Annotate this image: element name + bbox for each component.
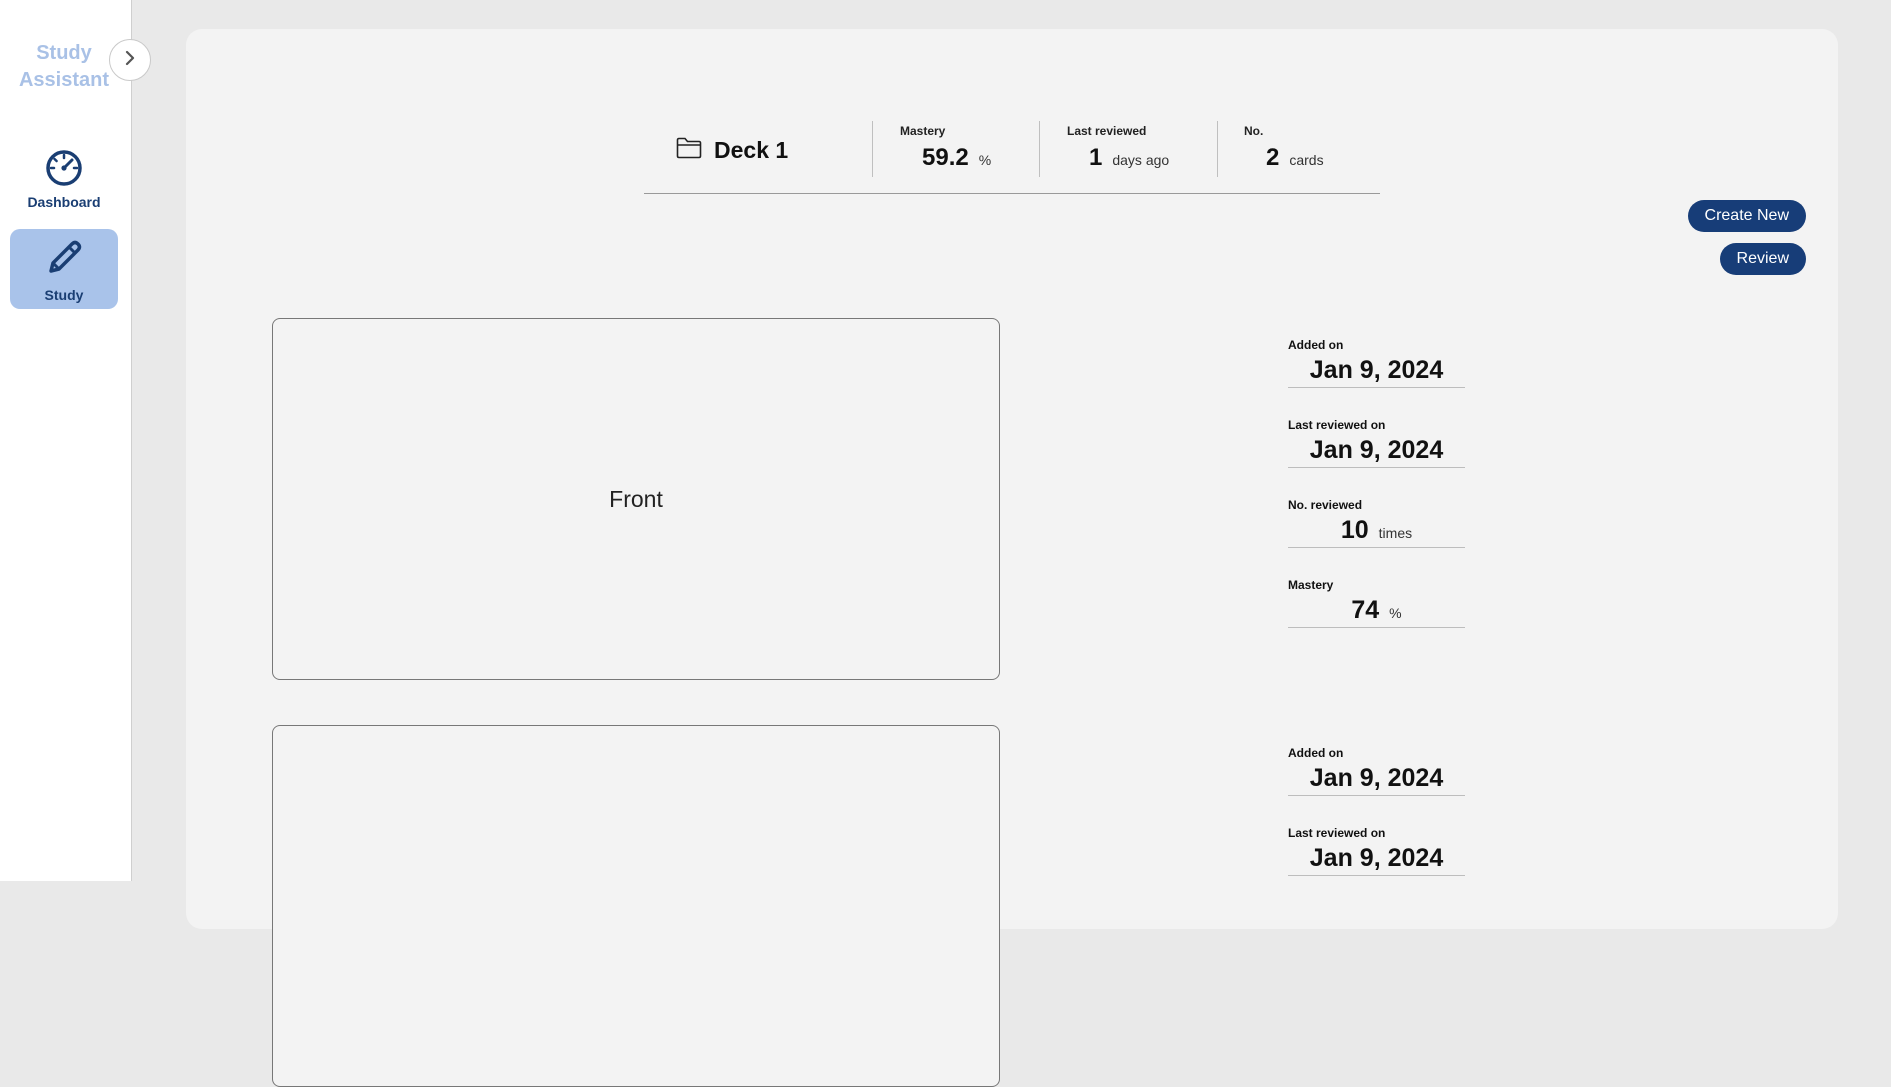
chevron-right-icon xyxy=(122,50,138,71)
folder-icon xyxy=(676,137,702,164)
deck-last-reviewed-stat: Last reviewed 1 days ago xyxy=(1067,124,1169,172)
meta-unit: % xyxy=(1389,605,1402,621)
flashcard[interactable] xyxy=(272,725,1000,1087)
flashcard[interactable]: Front xyxy=(272,318,1000,680)
header-divider xyxy=(1217,121,1218,177)
flashcard-front-text: Front xyxy=(609,485,663,512)
stat-unit: % xyxy=(978,152,992,168)
stat-unit: cards xyxy=(1289,152,1324,168)
meta-label: Mastery xyxy=(1288,578,1334,592)
sidebar-item-dashboard[interactable]: Dashboard xyxy=(10,138,118,218)
deck-mastery-stat: Mastery 59.2 % xyxy=(900,124,991,172)
card-meta: Added on Jan 9, 2024 Last reviewed on Ja… xyxy=(1288,338,1465,628)
card-meta-item: Mastery 74 % xyxy=(1288,578,1465,628)
sidebar-toggle-button[interactable] xyxy=(109,39,151,81)
meta-label: No. reviewed xyxy=(1288,498,1363,512)
main-panel: Deck 1 Mastery 59.2 % Last reviewed 1 da… xyxy=(186,29,1838,1087)
meta-label: Added on xyxy=(1288,746,1344,760)
meta-value: 10 xyxy=(1340,516,1369,544)
card-meta-item: Added on Jan 9, 2024 xyxy=(1288,338,1465,388)
card-meta-item: No. reviewed 10 times xyxy=(1288,498,1465,548)
create-new-button[interactable]: Create New xyxy=(1687,200,1806,232)
meta-value: Jan 9, 2024 xyxy=(1309,764,1444,792)
sidebar-item-label: Study xyxy=(44,286,84,303)
deck-header: Deck 1 Mastery 59.2 % Last reviewed 1 da… xyxy=(644,89,1380,194)
stat-value: 59.2 xyxy=(922,144,969,171)
deck-title: Deck 1 xyxy=(714,137,789,163)
meta-label: Last reviewed on xyxy=(1288,826,1386,840)
meta-unit: times xyxy=(1378,525,1413,541)
card-meta-item: Added on Jan 9, 2024 xyxy=(1288,746,1465,796)
sidebar-item-label: Dashboard xyxy=(27,193,101,210)
header-divider xyxy=(1039,121,1040,177)
meta-label: Added on xyxy=(1288,338,1344,352)
header-divider xyxy=(872,121,873,177)
meta-value: Jan 9, 2024 xyxy=(1309,436,1444,464)
meta-value: Jan 9, 2024 xyxy=(1309,356,1444,384)
meta-label: Last reviewed on xyxy=(1288,418,1386,432)
review-button[interactable]: Review xyxy=(1719,243,1806,275)
sidebar-item-study[interactable]: Study xyxy=(10,229,118,309)
card-meta-item: Last reviewed on Jan 9, 2024 xyxy=(1288,826,1465,876)
pencil-icon xyxy=(42,236,86,283)
stat-value: 2 xyxy=(1266,144,1280,171)
gauge-icon xyxy=(44,147,84,190)
stat-label: No. xyxy=(1244,124,1264,138)
app-title: Study Assistant xyxy=(18,42,110,91)
stat-value: 1 xyxy=(1089,144,1103,171)
stat-label: Mastery xyxy=(900,124,946,138)
card-meta: Added on Jan 9, 2024 Last reviewed on Ja… xyxy=(1288,746,1465,876)
card-meta-item: Last reviewed on Jan 9, 2024 xyxy=(1288,418,1465,468)
deck-title-block: Deck 1 xyxy=(676,137,788,164)
deck-card-count-stat: No. 2 cards xyxy=(1244,124,1324,172)
stat-label: Last reviewed xyxy=(1067,124,1147,138)
stat-unit: days ago xyxy=(1112,152,1170,168)
sidebar: Study Assistant Dashboard Study xyxy=(0,0,132,881)
meta-value: Jan 9, 2024 xyxy=(1309,844,1444,872)
meta-value: 74 xyxy=(1351,596,1380,624)
